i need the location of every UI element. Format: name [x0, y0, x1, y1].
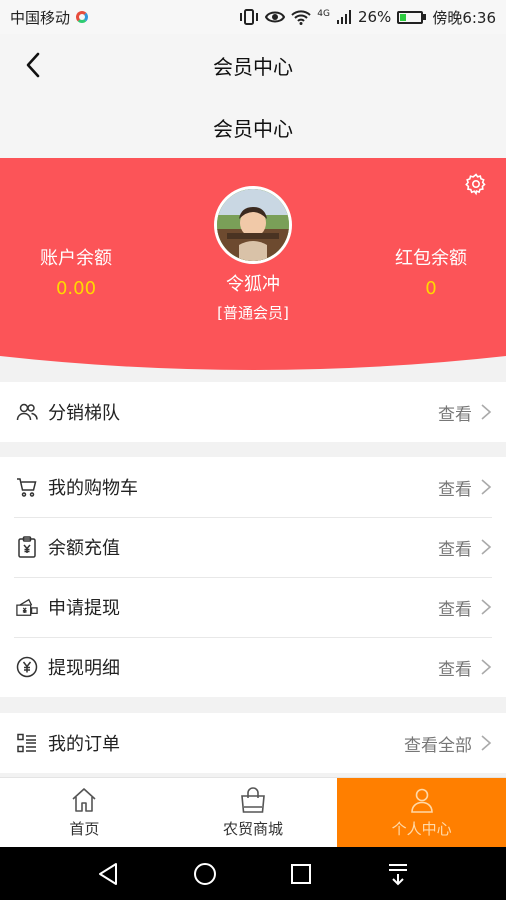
view-link: 查看 [438, 479, 472, 500]
wifi-icon [291, 10, 311, 25]
tab-profile[interactable]: 个人中心 [337, 778, 506, 847]
gear-icon [465, 173, 486, 196]
menu-label: 申请提现 [48, 598, 120, 619]
list-icon [16, 732, 38, 754]
bag-icon [241, 787, 265, 813]
menu-label: 我的订单 [48, 734, 120, 755]
chevron-right-icon [481, 735, 492, 751]
distribution-section: 分销梯队 查看 [0, 382, 506, 442]
chevron-right-icon [481, 539, 492, 555]
menu-row-recharge[interactable]: 余额充值 查看 [0, 517, 506, 577]
network-type-label: 4G [317, 8, 330, 19]
battery-percent: 26% [357, 8, 392, 26]
page-title: 会员中心 [213, 54, 293, 79]
member-level-badge: [普通会员] [217, 304, 289, 322]
eye-icon [265, 11, 286, 23]
tab-label: 首页 [69, 820, 100, 838]
section-title-bar: 会员中心 [0, 96, 506, 158]
menu-label: 我的购物车 [48, 478, 138, 499]
orders-section: 我的订单 查看全部 [0, 713, 506, 773]
tab-label: 农贸商城 [223, 820, 284, 838]
red-packet-value: 0 [425, 278, 437, 299]
tab-label: 个人中心 [391, 820, 452, 838]
view-link: 查看 [438, 599, 472, 620]
tab-mall[interactable]: 农贸商城 [169, 778, 338, 847]
menu-label: 提现明细 [48, 658, 120, 679]
menu-row-withdraw-details[interactable]: 提现明细 查看 [0, 637, 506, 697]
app-notification-icon [76, 11, 89, 23]
signal-icon [336, 10, 351, 24]
status-left: 中国移动 [10, 7, 89, 28]
system-home-button[interactable] [185, 854, 225, 894]
notification-pull-button[interactable] [378, 854, 418, 894]
vibrate-icon [240, 9, 259, 25]
view-link: 查看 [438, 539, 472, 560]
back-button[interactable] [16, 48, 50, 82]
chevron-right-icon [481, 659, 492, 675]
chevron-right-icon [481, 404, 492, 420]
status-right: 4G 26% 傍晚6:36 [239, 7, 496, 28]
pull-down-icon [388, 863, 407, 885]
bottom-tab-bar: 首页 农贸商城 个人中心 [0, 777, 506, 847]
battery-fill [400, 13, 407, 21]
triangle-back-icon [99, 862, 118, 885]
tab-home[interactable]: 首页 [0, 778, 169, 847]
system-recents-button[interactable] [281, 854, 321, 894]
view-link: 查看 [438, 404, 472, 425]
battery-icon [397, 10, 427, 24]
avatar-photo [217, 189, 289, 261]
clock: 傍晚6:36 [432, 8, 496, 27]
wallet-section: 我的购物车 查看 余额充值 查看 申请提现 查看 提现明细 查看 [0, 457, 506, 697]
home-icon [72, 788, 96, 812]
menu-row-withdraw[interactable]: 申请提现 查看 [0, 577, 506, 637]
users-icon [16, 401, 38, 423]
red-packet-balance[interactable]: 红包余额 0 [356, 244, 506, 299]
system-nav-bar [0, 847, 506, 900]
person-icon [410, 788, 433, 813]
section-title: 会员中心 [213, 116, 293, 141]
carrier-label: 中国移动 [10, 8, 71, 27]
recharge-icon [16, 536, 38, 558]
square-recents-icon [291, 863, 312, 884]
view-link: 查看 [438, 659, 472, 680]
settings-button[interactable] [464, 172, 488, 196]
view-all-link: 查看全部 [404, 735, 472, 756]
withdraw-icon [16, 596, 38, 618]
chevron-right-icon [481, 599, 492, 615]
status-bar: 中国移动 4G 26% 傍晚6:36 [0, 0, 506, 34]
menu-row-distribution[interactable]: 分销梯队 查看 [0, 382, 506, 442]
account-balance-label: 账户余额 [40, 248, 112, 269]
nav-bar: 会员中心 [0, 34, 506, 96]
cart-icon [16, 476, 38, 498]
profile-header: 账户余额 0.00 令狐冲 [普通会员] 红包余额 0 [0, 158, 506, 370]
chevron-left-icon [26, 52, 40, 78]
menu-label: 分销梯队 [48, 403, 120, 424]
menu-label: 余额充值 [48, 538, 120, 559]
avatar[interactable] [214, 186, 292, 264]
system-back-button[interactable] [88, 854, 128, 894]
circle-home-icon [193, 862, 216, 885]
menu-row-orders[interactable]: 我的订单 查看全部 [0, 713, 506, 773]
yen-icon [16, 656, 38, 678]
red-packet-label: 红包余额 [395, 248, 467, 269]
chevron-right-icon [481, 479, 492, 495]
menu-row-cart[interactable]: 我的购物车 查看 [0, 457, 506, 517]
